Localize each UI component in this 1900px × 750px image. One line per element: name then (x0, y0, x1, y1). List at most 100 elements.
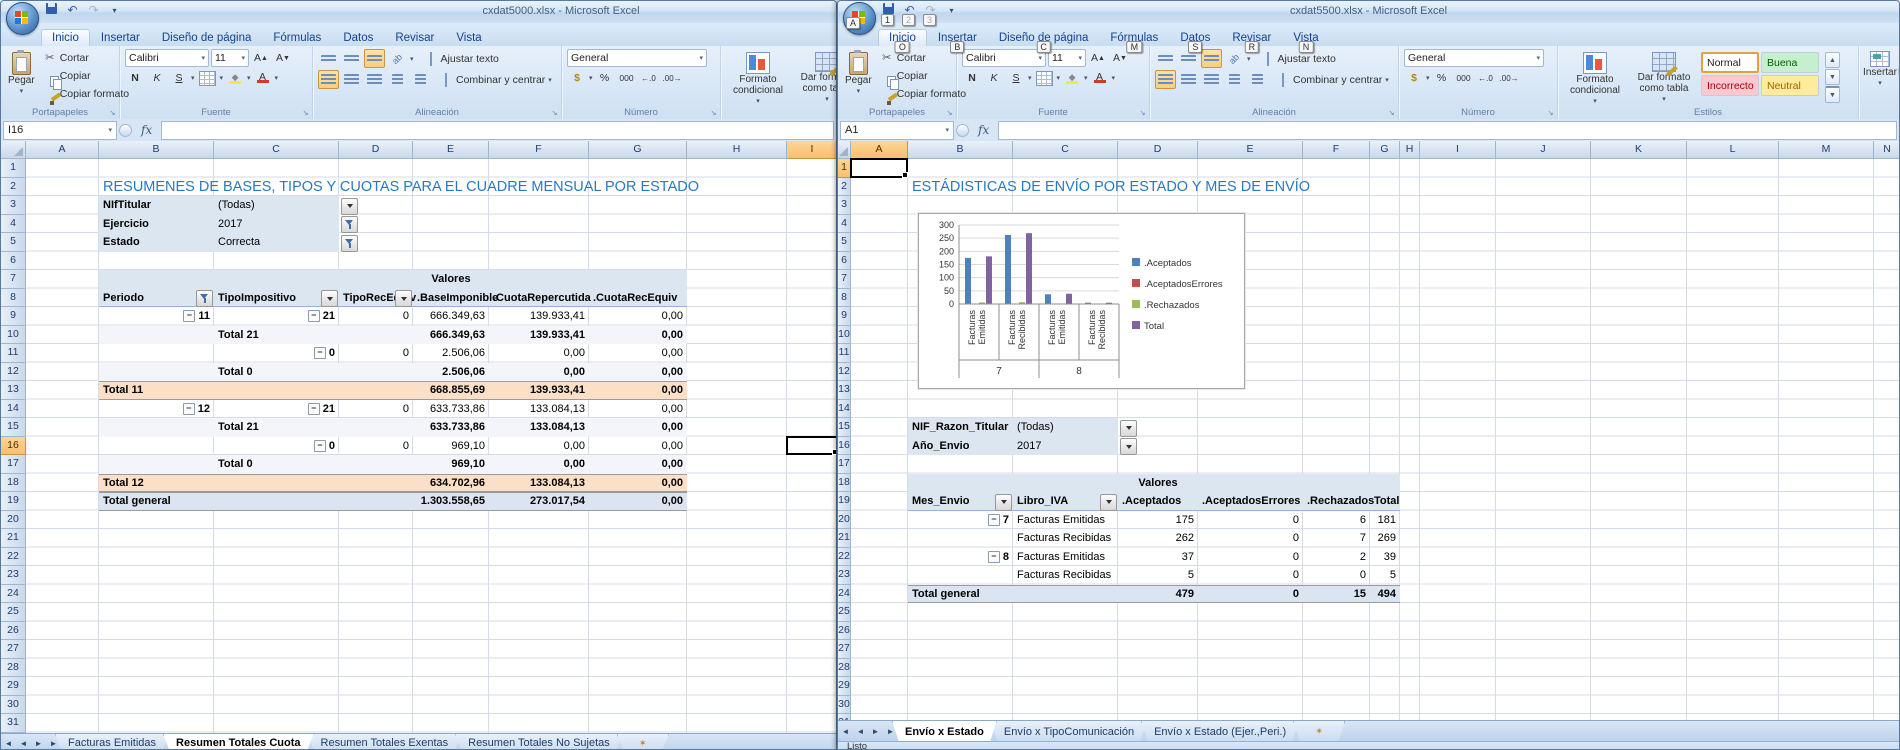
insert-function-button[interactable]: fx (971, 123, 996, 137)
row-30-header[interactable]: 30 (1, 696, 26, 715)
decrease-indent-button[interactable] (387, 70, 408, 89)
namebox-split-handle[interactable] (956, 124, 969, 137)
borders-button[interactable] (197, 69, 218, 87)
ribbon-tab-vista[interactable]: VistaN (1282, 29, 1329, 46)
sheet-tab-resumen-totales-exentas[interactable]: Resumen Totales Exentas (308, 734, 462, 750)
col-C-header[interactable]: C (214, 141, 339, 159)
col-N-header[interactable]: N (1874, 141, 1899, 159)
orientation-button[interactable]: ab (387, 49, 408, 68)
cell-G15[interactable]: 0,00 (589, 418, 687, 437)
cell-G22[interactable]: 39 (1370, 548, 1400, 567)
cell-B22[interactable]: −8 (908, 548, 1013, 567)
grow-font-button[interactable]: A▲ (1088, 49, 1108, 67)
cell-D9[interactable]: 0 (339, 307, 413, 326)
align-center-button[interactable] (341, 70, 362, 89)
row-13-header[interactable]: 13 (1, 381, 26, 400)
italic-button[interactable]: K (984, 69, 1004, 87)
row-9-header[interactable]: 9 (1, 307, 26, 326)
font-family-combo[interactable]: Calibri▾ (962, 49, 1046, 67)
conditional-formatting-button[interactable]: Formato condicional▾ (1563, 49, 1627, 110)
col-C-header[interactable]: C (1013, 141, 1118, 159)
col-H-header[interactable]: H (687, 141, 787, 159)
ribbon-tab-revisar[interactable]: RevisarR (1221, 29, 1282, 46)
cell-G12[interactable]: 0,00 (589, 363, 687, 382)
col-E-header[interactable]: E (1198, 141, 1303, 159)
redo-button[interactable]: ↷3 (922, 3, 939, 19)
cell-G9[interactable]: 0,00 (589, 307, 687, 326)
row-30-header[interactable]: 30 (838, 696, 851, 715)
styles-more-button[interactable]: ▼ (1825, 86, 1840, 103)
shrink-font-button[interactable]: A▼ (273, 49, 293, 67)
formula-input[interactable] (161, 121, 834, 140)
cell-G11[interactable]: 0,00 (589, 344, 687, 363)
worksheet-grid[interactable]: ABCDEFGHIJKLMN12345678910111213141516171… (838, 141, 1899, 720)
cell-F13[interactable]: 139.933,41 (489, 381, 589, 400)
row-7-header[interactable]: 7 (838, 270, 851, 289)
insert-function-button[interactable]: fx (134, 123, 159, 137)
bold-button[interactable]: N (962, 69, 982, 87)
comma-style-button[interactable]: 000 (1454, 69, 1474, 87)
align-center-button[interactable] (1178, 70, 1199, 89)
cell-B9[interactable]: −11 (99, 307, 214, 326)
align-left-button[interactable] (318, 70, 339, 89)
col-A-header[interactable]: A (26, 141, 99, 159)
ribbon-tab-insertar[interactable]: InsertarB (927, 29, 988, 46)
row-11-header[interactable]: 11 (838, 344, 851, 363)
filter-button-NIfTitular[interactable] (341, 198, 358, 215)
cell-D22[interactable]: 37 (1118, 548, 1198, 567)
cell-G19[interactable]: 0,00 (589, 492, 687, 511)
cell-D11[interactable]: 0 (339, 344, 413, 363)
wrap-text-button[interactable]: Ajustar texto (422, 50, 501, 67)
undo-button[interactable]: ↶2 (901, 3, 918, 19)
row-25-header[interactable]: 25 (1, 603, 26, 622)
alineacion-dialog-launcher[interactable]: ↘ (1387, 109, 1396, 118)
cell-G23[interactable]: 5 (1370, 566, 1400, 585)
sheet-tab-resumen-totales-cuota[interactable]: Resumen Totales Cuota (163, 734, 314, 750)
row-22-header[interactable]: 22 (838, 548, 851, 567)
row-8-header[interactable]: 8 (838, 289, 851, 308)
cell-F22[interactable]: 2 (1303, 548, 1370, 567)
increase-indent-button[interactable] (410, 70, 431, 89)
row-23-header[interactable]: 23 (1, 566, 26, 585)
field-filter-button-TipoImpositivo[interactable] (321, 290, 338, 307)
cut-button[interactable]: ✂Cortar (41, 49, 131, 66)
fuente-dialog-launcher[interactable]: ↘ (1138, 109, 1147, 118)
cell-G13[interactable]: 0,00 (589, 381, 687, 400)
row-25-header[interactable]: 25 (838, 603, 851, 622)
fill-color-button[interactable]: ◆ (225, 69, 245, 87)
fill-color-button[interactable]: ◆ (1062, 69, 1082, 87)
underline-button[interactable]: S (169, 69, 189, 87)
cell-E22[interactable]: 0 (1198, 548, 1303, 567)
name-box[interactable]: A1▾ (840, 121, 954, 140)
col-B-header[interactable]: B (99, 141, 214, 159)
format-as-table-button[interactable]: Dar formato como tabla▾ (1631, 49, 1697, 110)
row-21-header[interactable]: 21 (1, 529, 26, 548)
fuente-dialog-launcher[interactable]: ↘ (301, 109, 310, 118)
row-22-header[interactable]: 22 (1, 548, 26, 567)
font-family-combo[interactable]: Calibri▾ (125, 49, 209, 67)
col-L-header[interactable]: L (1687, 141, 1779, 159)
row-3-header[interactable]: 3 (1, 196, 26, 215)
collapse-button[interactable]: − (308, 310, 320, 322)
collapse-button[interactable]: − (183, 310, 195, 322)
col-D-header[interactable]: D (1118, 141, 1198, 159)
cell-F12[interactable]: 0,00 (489, 363, 589, 382)
save-button[interactable]: 1 (880, 3, 897, 19)
align-middle-button[interactable] (341, 49, 362, 68)
tabs-nav-next-button[interactable]: ► (31, 734, 46, 750)
styles-scroll-down-button[interactable]: ▼ (1825, 69, 1840, 85)
font-size-combo[interactable]: 11▾ (211, 49, 249, 67)
row-23-header[interactable]: 23 (838, 566, 851, 585)
row-21-header[interactable]: 21 (838, 529, 851, 548)
cell-E17[interactable]: 969,10 (413, 455, 489, 474)
ribbon-tab-datos[interactable]: Datos (332, 29, 384, 46)
ribbon-tab-diseno[interactable]: Diseño de página (151, 29, 263, 46)
numero-dialog-launcher[interactable]: ↘ (709, 109, 718, 118)
cell-E14[interactable]: 633.733,86 (413, 400, 489, 419)
col-J-header[interactable]: J (1496, 141, 1591, 159)
cell-B19[interactable]: Total general (99, 492, 214, 511)
cell-E21[interactable]: 0 (1198, 529, 1303, 548)
row-6-header[interactable]: 6 (1, 252, 26, 271)
paste-button[interactable]: Pegar▾ (843, 49, 874, 102)
cell-C21[interactable]: Facturas Recibidas (1013, 529, 1118, 548)
